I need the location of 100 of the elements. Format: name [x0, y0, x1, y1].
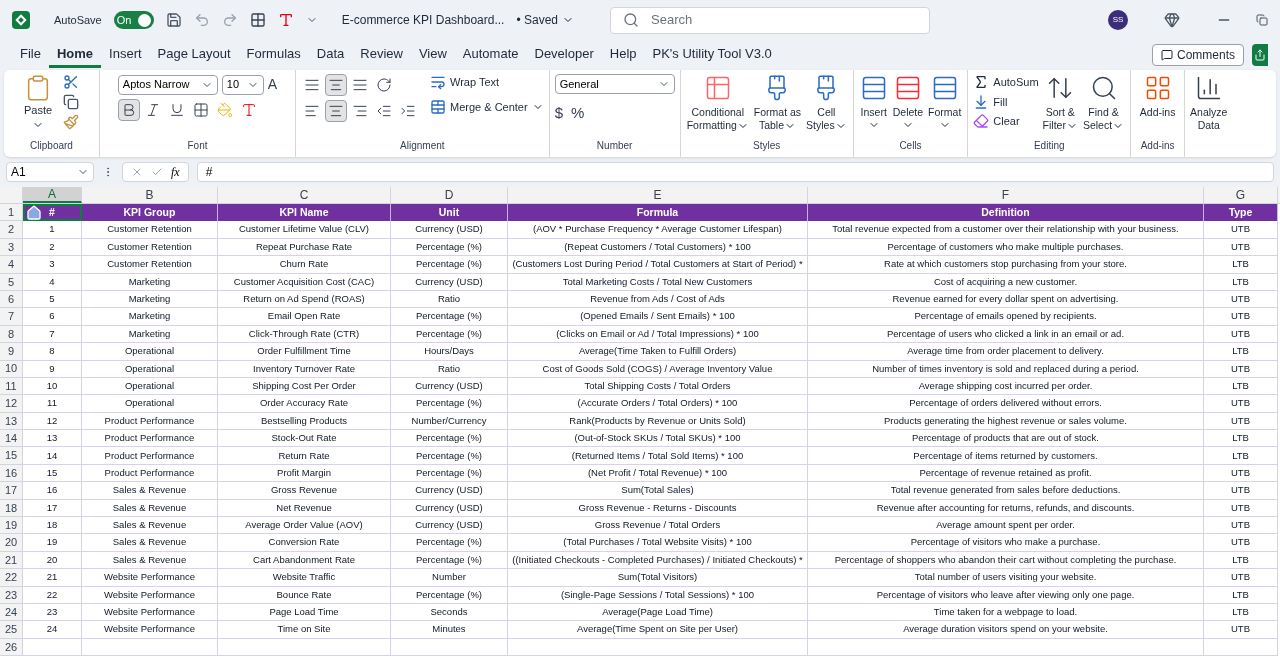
percent-button[interactable]: %	[571, 102, 585, 125]
wrap-text-button[interactable]: Wrap Text	[430, 74, 544, 91]
ribbon-button[interactable]: Sort & Filter	[1041, 74, 1079, 132]
comments-button[interactable]: Comments	[1152, 44, 1244, 66]
row-header[interactable]: 4	[0, 256, 23, 274]
formula-field[interactable]: #	[196, 162, 1274, 182]
cancel-icon[interactable]	[131, 166, 143, 178]
row-header[interactable]: 1	[0, 204, 23, 222]
column-header[interactable]: D	[391, 187, 508, 203]
table-cell: Time on Site	[218, 621, 391, 639]
table-cell: Average duration visitors spend on your website.	[808, 621, 1204, 639]
table-cell: LTB	[1204, 430, 1278, 448]
menu-tab[interactable]: Help	[601, 42, 645, 68]
table-cell: 15	[23, 464, 82, 483]
column-header[interactable]: F	[808, 187, 1204, 203]
paste-button[interactable]: Paste	[23, 74, 53, 131]
autosave-toggle[interactable]: On	[113, 11, 154, 29]
diamond-icon[interactable]	[1164, 12, 1180, 28]
align-bottom-icon	[352, 77, 368, 93]
row-header[interactable]: 14	[0, 430, 23, 448]
save-icon[interactable]	[165, 12, 182, 28]
menu-tab[interactable]: Developer	[526, 42, 602, 68]
table-cell: Website Performance	[82, 621, 218, 639]
column-header[interactable]: B	[82, 187, 218, 203]
align-middle-button[interactable]	[325, 74, 347, 96]
menu-tab[interactable]: Page Layout	[149, 42, 239, 68]
column-header[interactable]: C	[218, 187, 391, 203]
bold-button[interactable]	[117, 99, 140, 121]
home-icon[interactable]	[26, 204, 42, 221]
table-cell: 2	[23, 238, 82, 257]
menu-tab[interactable]: Review	[352, 42, 411, 68]
enter-icon[interactable]	[151, 166, 163, 178]
ribbon-button[interactable]: Format	[927, 74, 963, 131]
merge-center-button[interactable]: Merge & Center	[430, 98, 544, 115]
table-cell: 4	[23, 273, 82, 291]
font-size-dropdown[interactable]: 10	[221, 74, 264, 95]
ribbon-button[interactable]: Add-ins	[1138, 74, 1177, 119]
row-header[interactable]: 22	[0, 569, 23, 587]
table-cell: Customer Lifetime Value (CLV)	[218, 221, 391, 239]
table-cell: Product Performance	[82, 464, 218, 483]
ribbon-button[interactable]: Format as Table	[752, 74, 803, 132]
row-header[interactable]: 17	[0, 482, 23, 500]
align-center-button[interactable]	[325, 100, 347, 122]
grow-font-button[interactable]: A	[267, 74, 278, 95]
menu-tab[interactable]: View	[410, 42, 455, 68]
column-header[interactable]: E	[508, 187, 808, 203]
search-field[interactable]: Search	[610, 6, 930, 34]
row-header[interactable]: 9	[0, 343, 23, 361]
table-cell: Rank(Products by Revenue or Units Sold)	[508, 412, 808, 431]
ribbon-button[interactable]: Analyze Data	[1189, 74, 1229, 132]
table-cell: Product Performance	[82, 412, 218, 431]
menu-tab[interactable]: PK's Utility Tool V3.0	[644, 42, 780, 68]
row-header[interactable]: 12	[0, 395, 23, 413]
ribbon-button[interactable]: Insert	[858, 74, 889, 131]
row-header[interactable]: 20	[0, 534, 23, 552]
row-header[interactable]: 25	[0, 621, 23, 639]
table-cell: LTB	[1204, 604, 1278, 622]
row-header[interactable]: 15	[0, 447, 23, 465]
number-format-dropdown[interactable]: General	[554, 74, 675, 94]
table-cell: Revenue from Ads / Cost of Ads	[508, 290, 808, 309]
column-header[interactable]: A	[23, 187, 82, 203]
table-cell: Currency (USD)	[391, 221, 508, 239]
column-header[interactable]: G	[1204, 187, 1278, 203]
menu-tab[interactable]: File	[12, 42, 49, 68]
table-cell: UTB	[1204, 534, 1278, 552]
ribbon-button[interactable]: Delete	[891, 74, 925, 131]
borders-icon[interactable]	[249, 12, 266, 28]
name-box[interactable]: A1	[6, 162, 94, 182]
copy-icon[interactable]	[63, 94, 80, 110]
fill-button[interactable]: Fill	[973, 93, 1039, 110]
save-status[interactable]: • Saved	[516, 11, 574, 29]
restore-icon[interactable]	[1256, 14, 1268, 26]
table-cell: Percentage of customers who make multiple purchases.	[808, 238, 1204, 257]
ribbon-button[interactable]: Find & Select	[1081, 74, 1126, 132]
table-cell: Conversion Rate	[218, 534, 391, 552]
row-header[interactable]: 19	[0, 517, 23, 535]
font-name-dropdown[interactable]: Aptos Narrow	[117, 74, 218, 95]
share-button[interactable]	[1252, 44, 1268, 66]
menu-tab[interactable]: Automate	[454, 42, 527, 68]
table-cell: UTB	[1204, 221, 1278, 239]
menu-tab[interactable]: Insert	[101, 42, 150, 68]
row-header[interactable]: 7	[0, 308, 23, 326]
menu-tab[interactable]: Data	[308, 42, 353, 68]
font-color-icon[interactable]	[277, 12, 294, 28]
currency-button[interactable]: $	[554, 102, 563, 125]
table-cell: Ratio	[391, 360, 508, 378]
insert-function-button[interactable]: fx	[171, 163, 180, 181]
table-cell: 22	[23, 586, 82, 604]
cut-icon[interactable]	[63, 74, 80, 90]
table-cell: Percentage of users who clicked a link in an email or ad.	[808, 325, 1204, 344]
ribbon-button[interactable]: Cell Styles	[805, 74, 848, 132]
row-header[interactable]: 2	[0, 221, 23, 239]
table-cell: 21	[23, 569, 82, 587]
autosum-button[interactable]: AutoSum	[973, 74, 1039, 91]
menu-tab[interactable]: Formulas	[238, 42, 309, 68]
table-cell: Operational	[82, 360, 218, 378]
clear-button[interactable]: Clear	[973, 113, 1039, 130]
table-cell: 10	[23, 377, 82, 396]
user-avatar[interactable]: SS	[1108, 10, 1128, 30]
ribbon-button[interactable]: Conditional Formatting	[685, 74, 750, 132]
